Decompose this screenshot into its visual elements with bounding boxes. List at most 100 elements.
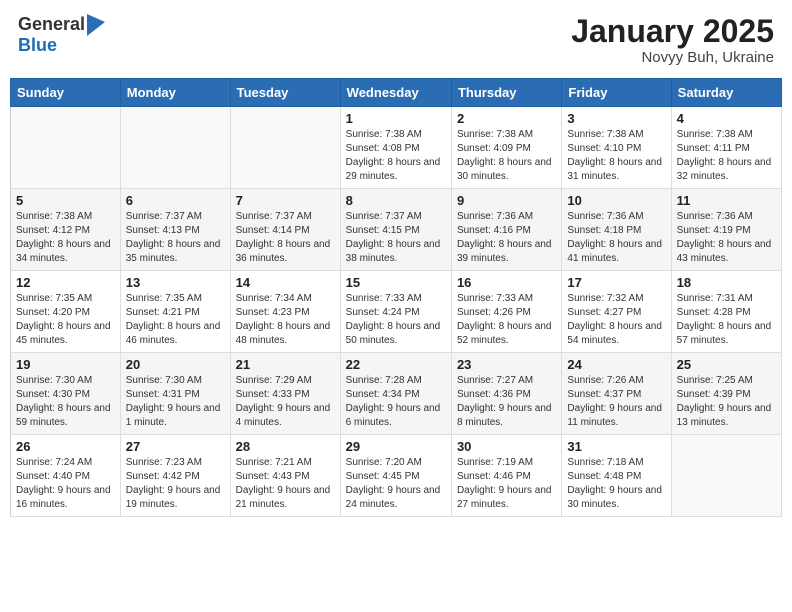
day-info: Sunrise: 7:38 AMSunset: 4:09 PMDaylight:… xyxy=(457,128,556,184)
day-info: Sunrise: 7:35 AMSunset: 4:21 PMDaylight:… xyxy=(126,292,225,348)
day-number: 10 xyxy=(567,193,665,208)
weekday-header-monday: Monday xyxy=(120,79,230,107)
day-number: 5 xyxy=(16,193,115,208)
weekday-header-row: SundayMondayTuesdayWednesdayThursdayFrid… xyxy=(11,79,782,107)
calendar-day-cell: 9Sunrise: 7:36 AMSunset: 4:16 PMDaylight… xyxy=(451,189,561,271)
day-info: Sunrise: 7:31 AMSunset: 4:28 PMDaylight:… xyxy=(677,292,776,348)
day-info: Sunrise: 7:18 AMSunset: 4:48 PMDaylight:… xyxy=(567,456,665,512)
day-info: Sunrise: 7:38 AMSunset: 4:08 PMDaylight:… xyxy=(346,128,446,184)
calendar-day-cell: 23 Sunrise: 7:27 AMSunset: 4:36 PMDayligh… xyxy=(451,353,561,435)
day-info: Sunrise: 7:37 AMSunset: 4:13 PMDaylight:… xyxy=(126,210,225,266)
calendar-day-cell: 15 Sunrise: 7:33 AMSunset: 4:24 PMDayligh… xyxy=(340,271,451,353)
day-info: Sunrise: 7:38 AMSunset: 4:10 PMDaylight:… xyxy=(567,128,665,184)
weekday-header-saturday: Saturday xyxy=(671,79,781,107)
calendar-table: SundayMondayTuesdayWednesdayThursdayFrid… xyxy=(10,78,782,517)
day-info: Sunrise: 7:27 AMSunset: 4:36 PMDaylight:… xyxy=(457,374,556,430)
calendar-week-row: 19Sunrise: 7:30 AMSunset: 4:30 PMDayligh… xyxy=(11,353,782,435)
day-info: Sunrise: 7:29 AMSunset: 4:33 PMDaylight:… xyxy=(236,374,335,430)
weekday-header-wednesday: Wednesday xyxy=(340,79,451,107)
day-info: Sunrise: 7:34 AMSunset: 4:23 PMDaylight:… xyxy=(236,292,335,348)
weekday-header-sunday: Sunday xyxy=(11,79,121,107)
calendar-day-cell: 3 Sunrise: 7:38 AMSunset: 4:10 PMDaylight… xyxy=(562,107,671,189)
day-info: Sunrise: 7:38 AMSunset: 4:12 PMDaylight:… xyxy=(16,210,115,266)
day-info: Sunrise: 7:23 AMSunset: 4:42 PMDaylight:… xyxy=(126,456,225,512)
calendar-day-cell: 22 Sunrise: 7:28 AMSunset: 4:34 PMDayligh… xyxy=(340,353,451,435)
day-number: 27 xyxy=(126,439,225,454)
calendar-day-cell: 4 Sunrise: 7:38 AMSunset: 4:11 PMDaylight… xyxy=(671,107,781,189)
day-number: 23 xyxy=(457,357,556,372)
day-number: 18 xyxy=(677,275,776,290)
day-number: 25 xyxy=(677,357,776,372)
calendar-day-cell: 8Sunrise: 7:37 AMSunset: 4:15 PMDaylight… xyxy=(340,189,451,271)
day-number: 17 xyxy=(567,275,665,290)
day-number: 3 xyxy=(567,111,665,126)
day-number: 21 xyxy=(236,357,335,372)
day-number: 4 xyxy=(677,111,776,126)
calendar-day-cell: 27 Sunrise: 7:23 AMSunset: 4:42 PMDayligh… xyxy=(120,435,230,517)
calendar-day-cell: 2 Sunrise: 7:38 AMSunset: 4:09 PMDaylight… xyxy=(451,107,561,189)
calendar-day-cell: 12 Sunrise: 7:35 AMSunset: 4:20 PMDayligh… xyxy=(11,271,121,353)
calendar-day-cell: 14 Sunrise: 7:34 AMSunset: 4:23 PMDayligh… xyxy=(230,271,340,353)
calendar-week-row: 5 Sunrise: 7:38 AMSunset: 4:12 PMDaylight… xyxy=(11,189,782,271)
title-block: January 2025 Novyy Buh, Ukraine xyxy=(571,14,774,66)
location-title: Novyy Buh, Ukraine xyxy=(571,49,774,66)
day-number: 6 xyxy=(126,193,225,208)
day-number: 11 xyxy=(677,193,776,208)
day-info: Sunrise: 7:33 AMSunset: 4:24 PMDaylight:… xyxy=(346,292,446,348)
weekday-header-thursday: Thursday xyxy=(451,79,561,107)
calendar-day-cell: 6 Sunrise: 7:37 AMSunset: 4:13 PMDaylight… xyxy=(120,189,230,271)
day-number: 15 xyxy=(346,275,446,290)
calendar-day-cell: 5 Sunrise: 7:38 AMSunset: 4:12 PMDaylight… xyxy=(11,189,121,271)
day-info: Sunrise: 7:36 AMSunset: 4:19 PMDaylight:… xyxy=(677,210,776,266)
weekday-header-tuesday: Tuesday xyxy=(230,79,340,107)
day-number: 19 xyxy=(16,357,115,372)
day-number: 31 xyxy=(567,439,665,454)
calendar-day-cell: 28 Sunrise: 7:21 AMSunset: 4:43 PMDayligh… xyxy=(230,435,340,517)
weekday-header-friday: Friday xyxy=(562,79,671,107)
calendar-day-cell: 16 Sunrise: 7:33 AMSunset: 4:26 PMDayligh… xyxy=(451,271,561,353)
day-number: 22 xyxy=(346,357,446,372)
calendar-day-cell: 10Sunrise: 7:36 AMSunset: 4:18 PMDayligh… xyxy=(562,189,671,271)
calendar-week-row: 1Sunrise: 7:38 AMSunset: 4:08 PMDaylight… xyxy=(11,107,782,189)
calendar-day-cell: 30Sunrise: 7:19 AMSunset: 4:46 PMDayligh… xyxy=(451,435,561,517)
calendar-week-row: 12 Sunrise: 7:35 AMSunset: 4:20 PMDayligh… xyxy=(11,271,782,353)
day-info: Sunrise: 7:30 AMSunset: 4:31 PMDaylight:… xyxy=(126,374,225,430)
day-number: 13 xyxy=(126,275,225,290)
day-info: Sunrise: 7:19 AMSunset: 4:46 PMDaylight:… xyxy=(457,456,556,512)
calendar-day-cell xyxy=(671,435,781,517)
calendar-day-cell: 24Sunrise: 7:26 AMSunset: 4:37 PMDayligh… xyxy=(562,353,671,435)
calendar-day-cell: 31 Sunrise: 7:18 AMSunset: 4:48 PMDayligh… xyxy=(562,435,671,517)
calendar-day-cell: 29 Sunrise: 7:20 AMSunset: 4:45 PMDayligh… xyxy=(340,435,451,517)
day-info: Sunrise: 7:20 AMSunset: 4:45 PMDaylight:… xyxy=(346,456,446,512)
day-info: Sunrise: 7:33 AMSunset: 4:26 PMDaylight:… xyxy=(457,292,556,348)
calendar-day-cell: 17Sunrise: 7:32 AMSunset: 4:27 PMDayligh… xyxy=(562,271,671,353)
day-info: Sunrise: 7:24 AMSunset: 4:40 PMDaylight:… xyxy=(16,456,115,512)
day-number: 12 xyxy=(16,275,115,290)
month-title: January 2025 xyxy=(571,14,774,49)
day-number: 14 xyxy=(236,275,335,290)
day-number: 29 xyxy=(346,439,446,454)
calendar-day-cell xyxy=(230,107,340,189)
day-info: Sunrise: 7:38 AMSunset: 4:11 PMDaylight:… xyxy=(677,128,776,184)
calendar-day-cell: 1Sunrise: 7:38 AMSunset: 4:08 PMDaylight… xyxy=(340,107,451,189)
day-info: Sunrise: 7:28 AMSunset: 4:34 PMDaylight:… xyxy=(346,374,446,430)
day-info: Sunrise: 7:21 AMSunset: 4:43 PMDaylight:… xyxy=(236,456,335,512)
day-number: 26 xyxy=(16,439,115,454)
logo: General Blue xyxy=(18,14,105,56)
calendar-day-cell xyxy=(120,107,230,189)
calendar-day-cell: 25Sunrise: 7:25 AMSunset: 4:39 PMDayligh… xyxy=(671,353,781,435)
logo-general-text: General xyxy=(18,15,85,35)
day-number: 7 xyxy=(236,193,335,208)
calendar-day-cell: 20Sunrise: 7:30 AMSunset: 4:31 PMDayligh… xyxy=(120,353,230,435)
calendar-day-cell: 26 Sunrise: 7:24 AMSunset: 4:40 PMDayligh… xyxy=(11,435,121,517)
calendar-day-cell: 21 Sunrise: 7:29 AMSunset: 4:33 PMDayligh… xyxy=(230,353,340,435)
day-info: Sunrise: 7:35 AMSunset: 4:20 PMDaylight:… xyxy=(16,292,115,348)
day-number: 2 xyxy=(457,111,556,126)
calendar-day-cell: 11 Sunrise: 7:36 AMSunset: 4:19 PMDayligh… xyxy=(671,189,781,271)
calendar-day-cell xyxy=(11,107,121,189)
day-number: 16 xyxy=(457,275,556,290)
calendar-day-cell: 18 Sunrise: 7:31 AMSunset: 4:28 PMDayligh… xyxy=(671,271,781,353)
calendar-day-cell: 13 Sunrise: 7:35 AMSunset: 4:21 PMDayligh… xyxy=(120,271,230,353)
day-number: 28 xyxy=(236,439,335,454)
logo-blue-text: Blue xyxy=(18,35,57,55)
